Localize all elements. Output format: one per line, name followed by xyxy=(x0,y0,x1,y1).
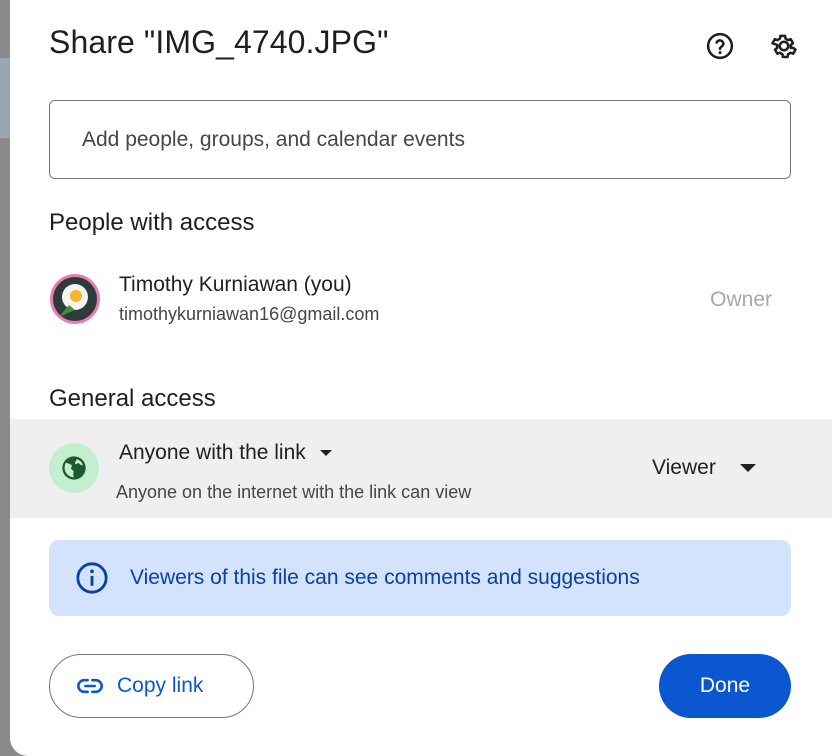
link-access-label: Anyone with the link xyxy=(119,441,306,464)
avatar-image xyxy=(53,277,97,321)
general-access-row: Anyone with the link Anyone on the inter… xyxy=(10,419,832,518)
user-email: timothykurniawan16@gmail.com xyxy=(119,304,380,324)
dialog-title: Share "IMG_4740.JPG" xyxy=(49,24,389,60)
link-access-description: Anyone on the internet with the link can… xyxy=(116,482,472,502)
general-access-heading: General access xyxy=(49,385,216,412)
people-with-access-heading: People with access xyxy=(49,209,255,236)
add-people-input[interactable] xyxy=(49,100,791,179)
caret-down-icon xyxy=(319,450,332,456)
help-button[interactable] xyxy=(700,26,740,66)
globe-icon xyxy=(62,456,86,480)
owner-role-label: Owner xyxy=(710,288,772,311)
copy-link-label: Copy link xyxy=(117,674,204,697)
globe-icon-container xyxy=(49,443,99,493)
copy-link-button[interactable]: Copy link xyxy=(49,654,254,718)
link-role-dropdown[interactable]: Viewer xyxy=(652,456,756,480)
info-banner-text: Viewers of this file can see comments an… xyxy=(130,566,640,589)
link-access-dropdown[interactable]: Anyone with the link xyxy=(119,441,332,465)
avatar xyxy=(50,274,100,324)
help-circle-icon xyxy=(706,32,734,60)
link-role-label: Viewer xyxy=(652,456,716,479)
info-icon xyxy=(76,562,108,594)
info-banner: Viewers of this file can see comments an… xyxy=(49,540,791,616)
link-icon xyxy=(77,678,103,694)
done-button[interactable]: Done xyxy=(659,654,791,718)
gear-icon xyxy=(771,34,797,59)
share-dialog: Share "IMG_4740.JPG" People with access … xyxy=(10,0,832,756)
user-name: Timothy Kurniawan (you) xyxy=(119,273,352,296)
caret-down-icon xyxy=(739,464,756,472)
settings-button[interactable] xyxy=(764,26,804,66)
